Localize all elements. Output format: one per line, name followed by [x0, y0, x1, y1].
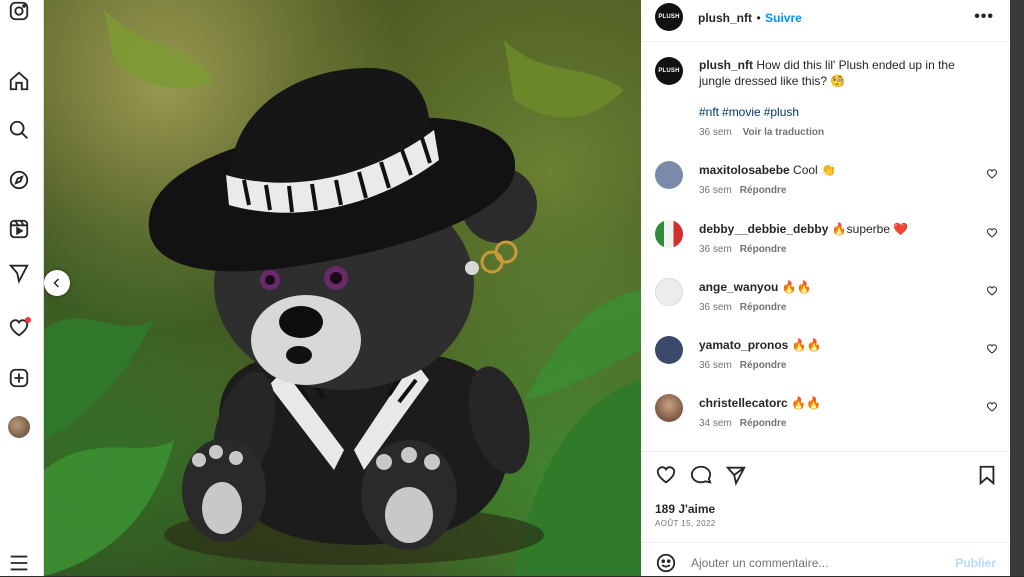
likes-count[interactable]: 189 J'aime — [655, 502, 715, 516]
post-actions: 189 J'aime AOÛT 15, 2022 Ajouter un comm… — [641, 451, 1010, 576]
account-avatar[interactable]: PLUSH — [655, 3, 683, 31]
instagram-icon[interactable] — [8, 0, 30, 22]
commenter-username[interactable]: ange_wanyou — [699, 280, 778, 294]
sidebar — [0, 0, 44, 576]
notifications-icon[interactable] — [8, 317, 31, 339]
bear-illustration — [44, 10, 641, 576]
follow-button[interactable]: Suivre — [765, 11, 802, 25]
caption-username[interactable]: plush_nft — [699, 58, 753, 72]
hashtag-link[interactable]: #nft — [699, 105, 719, 119]
commenter-username[interactable]: debby__debbie_debby — [699, 222, 828, 236]
notification-dot — [25, 317, 31, 323]
comment-icon[interactable] — [690, 464, 712, 486]
commenter-username[interactable]: yamato_pronos — [699, 338, 788, 352]
commenter-avatar[interactable] — [655, 278, 683, 306]
comment-item: christellecatorc 🔥🔥 34 sem Répondre — [641, 394, 1010, 444]
previous-post-button[interactable] — [44, 270, 70, 296]
direct-icon[interactable] — [8, 262, 30, 284]
commenter-avatar[interactable] — [655, 220, 683, 248]
reply-button[interactable]: Répondre — [740, 360, 787, 371]
post-date: AOÛT 15, 2022 — [655, 519, 716, 528]
hashtag-link[interactable]: #movie — [722, 105, 761, 119]
separator-dot: • — [756, 11, 761, 25]
more-options-icon[interactable]: ••• — [974, 8, 994, 26]
commenter-username[interactable]: maxitolosabebe — [699, 163, 790, 177]
comment-item: ange_wanyou 🔥🔥 36 sem Répondre — [641, 278, 1010, 328]
comment-age: 36 sem — [699, 360, 732, 371]
comment-text: 🔥🔥 — [781, 280, 812, 294]
comment-like-icon[interactable] — [986, 285, 998, 297]
comment-like-icon[interactable] — [986, 343, 998, 355]
publish-button[interactable]: Publier — [955, 556, 996, 570]
menu-icon[interactable] — [8, 552, 30, 574]
reels-icon[interactable] — [8, 218, 30, 240]
search-icon[interactable] — [8, 119, 30, 141]
comment-text: 🔥superbe ❤️ — [831, 222, 909, 236]
post-panel: PLUSH plush_nft • Suivre ••• PLUSH plush… — [641, 0, 1010, 576]
comment-age: 36 sem — [699, 302, 732, 313]
home-icon[interactable] — [8, 70, 30, 92]
translate-link[interactable]: Voir la traduction — [743, 127, 825, 138]
chevron-left-icon — [53, 278, 60, 288]
comment-text: 🔥🔥 — [791, 396, 821, 410]
comment-age: 36 sem — [699, 185, 732, 196]
reply-button[interactable]: Répondre — [740, 244, 787, 255]
commenter-avatar[interactable] — [655, 336, 683, 364]
hashtag-link[interactable]: #plush — [764, 105, 799, 119]
comment-age: 34 sem — [699, 418, 732, 429]
post-caption: plush_nft How did this lil' Plush ended … — [699, 57, 989, 89]
caption-meta: 36 sem Voir la traduction — [699, 127, 824, 138]
comment-like-icon[interactable] — [986, 168, 998, 180]
comment-input[interactable]: Ajouter un commentaire... — [691, 556, 828, 570]
commenter-avatar[interactable] — [655, 394, 683, 422]
caption-age: 36 sem — [699, 127, 732, 138]
reply-button[interactable]: Répondre — [740, 302, 787, 313]
caption-avatar[interactable]: PLUSH — [655, 57, 683, 85]
comment-item: yamato_pronos 🔥🔥 36 sem Répondre — [641, 336, 1010, 386]
reply-button[interactable]: Répondre — [740, 185, 787, 196]
commenter-avatar[interactable] — [655, 161, 683, 189]
comment-text: Cool 👏 — [793, 163, 837, 177]
comment-item: debby__debbie_debby 🔥superbe ❤️ 36 sem Ré… — [641, 220, 1010, 270]
create-icon[interactable] — [8, 367, 30, 389]
comment-text: 🔥🔥 — [791, 338, 822, 352]
emoji-icon[interactable] — [655, 552, 677, 574]
modal-backdrop[interactable] — [1010, 0, 1024, 576]
avatar-text: PLUSH — [658, 14, 680, 20]
profile-avatar[interactable] — [8, 416, 30, 438]
explore-icon[interactable] — [8, 169, 30, 191]
comment-composer: Ajouter un commentaire... Publier — [641, 542, 1010, 577]
comment-age: 36 sem — [699, 244, 732, 255]
reply-button[interactable]: Répondre — [740, 418, 787, 429]
post-media[interactable] — [44, 0, 641, 576]
avatar-text: PLUSH — [658, 68, 680, 74]
account-username[interactable]: plush_nft — [698, 11, 752, 25]
like-icon[interactable] — [655, 464, 677, 486]
comment-like-icon[interactable] — [986, 401, 998, 413]
save-icon[interactable] — [976, 464, 998, 486]
commenter-username[interactable]: christellecatorc — [699, 396, 788, 410]
share-icon[interactable] — [725, 464, 747, 486]
hashtag-list: #nft #movie #plush — [699, 105, 802, 119]
post-header: PLUSH plush_nft • Suivre ••• — [641, 0, 1010, 42]
comment-item: maxitolosabebe Cool 👏 36 sem Répondre — [641, 161, 1010, 211]
comment-like-icon[interactable] — [986, 227, 998, 239]
